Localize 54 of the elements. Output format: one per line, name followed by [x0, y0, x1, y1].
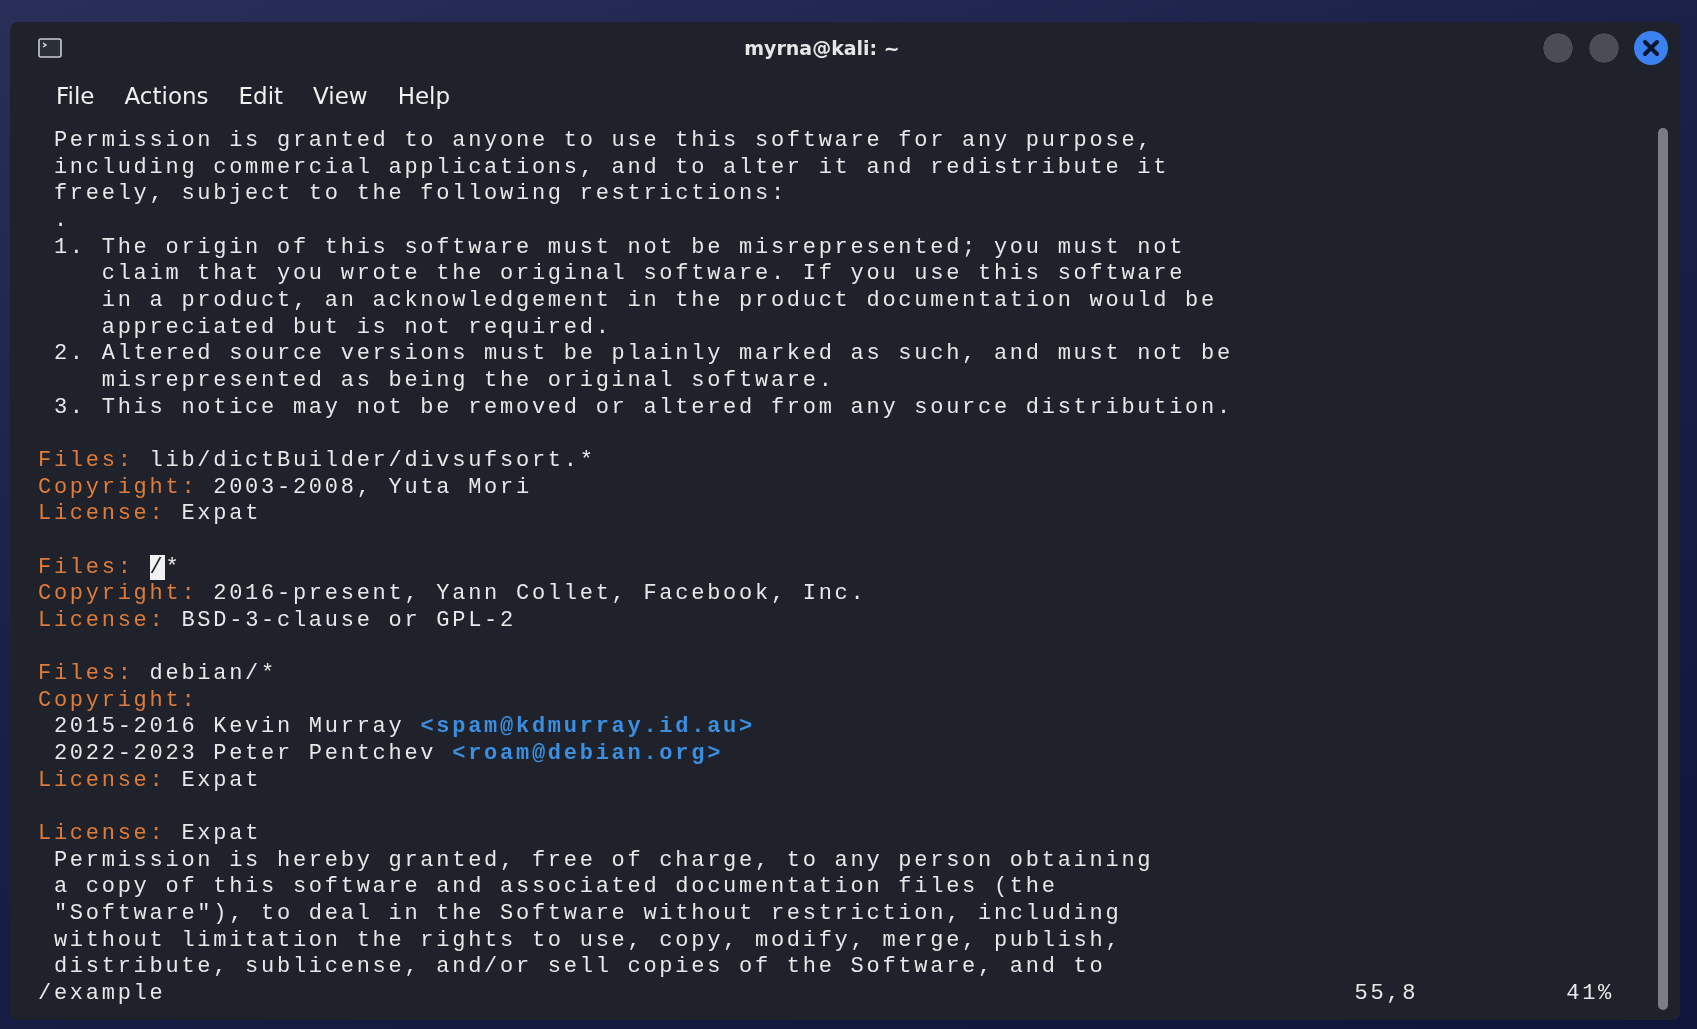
- terminal-icon: [38, 38, 62, 58]
- terminal-text: distribute, sublicense, and/or sell copies of the Software, and to: [52, 954, 1106, 980]
- scroll-percent: 41%: [1566, 981, 1614, 1008]
- terminal-text: 3. This notice may not be removed or altered from any source distribution.: [52, 394, 1233, 420]
- minimize-button[interactable]: [1542, 32, 1574, 64]
- text-cursor: /: [149, 554, 166, 580]
- menu-item[interactable]: Actions: [124, 83, 209, 109]
- terminal-text: 2016-present, Yann Collet, Facebook, Inc.: [212, 581, 867, 607]
- terminal-text: freely, subject to the following restrictions:: [52, 181, 787, 207]
- close-button[interactable]: [1634, 31, 1668, 65]
- terminal-text: 2003-2008, Yuta Mori: [212, 474, 532, 500]
- terminal-text: in a product, an acknowledgement in the product documentation would be: [100, 287, 1217, 313]
- scrollbar[interactable]: [1658, 128, 1668, 1010]
- terminal-text: 2015-2016 Kevin Murray: [52, 714, 406, 740]
- menu-item[interactable]: Edit: [238, 83, 284, 109]
- email-address: <roam@debian.org>: [452, 741, 724, 767]
- terminal-text: appreciated but is not required.: [100, 314, 612, 340]
- terminal-text: Permission is hereby granted, free of charge, to any person obtaining: [52, 847, 1154, 873]
- terminal-text: 2. Altered source versions must be plainly marked as such, and must not be: [52, 341, 1233, 367]
- field-label: Copyright:: [38, 687, 198, 713]
- field-label: Files:: [38, 447, 134, 473]
- terminal-text: claim that you wrote the original software. If you use this software: [100, 261, 1186, 287]
- terminal-text: debian/*: [148, 661, 277, 687]
- window-title: myrna@kali: ~: [743, 37, 901, 59]
- terminal-text: lib/dictBuilder/divsufsort.*: [148, 447, 596, 473]
- terminal-text: Expat: [180, 821, 262, 847]
- menu-item[interactable]: View: [313, 83, 368, 109]
- terminal-text: *: [165, 554, 182, 580]
- terminal-text: misrepresented as being the original software.: [100, 367, 835, 393]
- terminal-text: BSD-3-clause or GPL-2: [180, 607, 516, 633]
- field-label: License:: [38, 767, 166, 793]
- field-label: Files:: [38, 661, 134, 687]
- terminal-text: Permission is granted to anyone to use this software for any purpose,: [52, 128, 1154, 153]
- terminal-text: including commercial applications, and to alter it and redistribute it: [52, 154, 1170, 180]
- field-label: License:: [38, 501, 166, 527]
- terminal-text: a copy of this software and associated documentation files (the: [52, 874, 1058, 900]
- cursor-position: 55,8: [1354, 981, 1419, 1008]
- terminal-text: Expat: [180, 767, 262, 793]
- terminal-text: "Software"), to deal in the Software without restriction, including: [52, 901, 1122, 927]
- terminal-text: without limitation the rights to use, copy, modify, merge, publish,: [52, 927, 1122, 953]
- terminal-text: Expat: [180, 501, 262, 527]
- menu-item[interactable]: File: [56, 83, 95, 109]
- command-line: /example: [38, 981, 166, 1008]
- field-label: Files:: [38, 554, 135, 580]
- terminal-text: 2022-2023 Peter Pentchev: [52, 741, 438, 767]
- maximize-button[interactable]: [1588, 32, 1620, 64]
- menu-item[interactable]: Help: [397, 83, 451, 109]
- field-label: Copyright:: [38, 474, 198, 500]
- terminal-text: .: [52, 207, 70, 233]
- email-address: <spam@kdmurray.id.au>: [420, 714, 755, 740]
- terminal-text: 1. The origin of this software must not be misrepresented; you must not: [52, 234, 1186, 260]
- field-label: License:: [38, 821, 166, 847]
- field-label: Copyright:: [38, 581, 198, 607]
- field-label: License:: [38, 607, 166, 633]
